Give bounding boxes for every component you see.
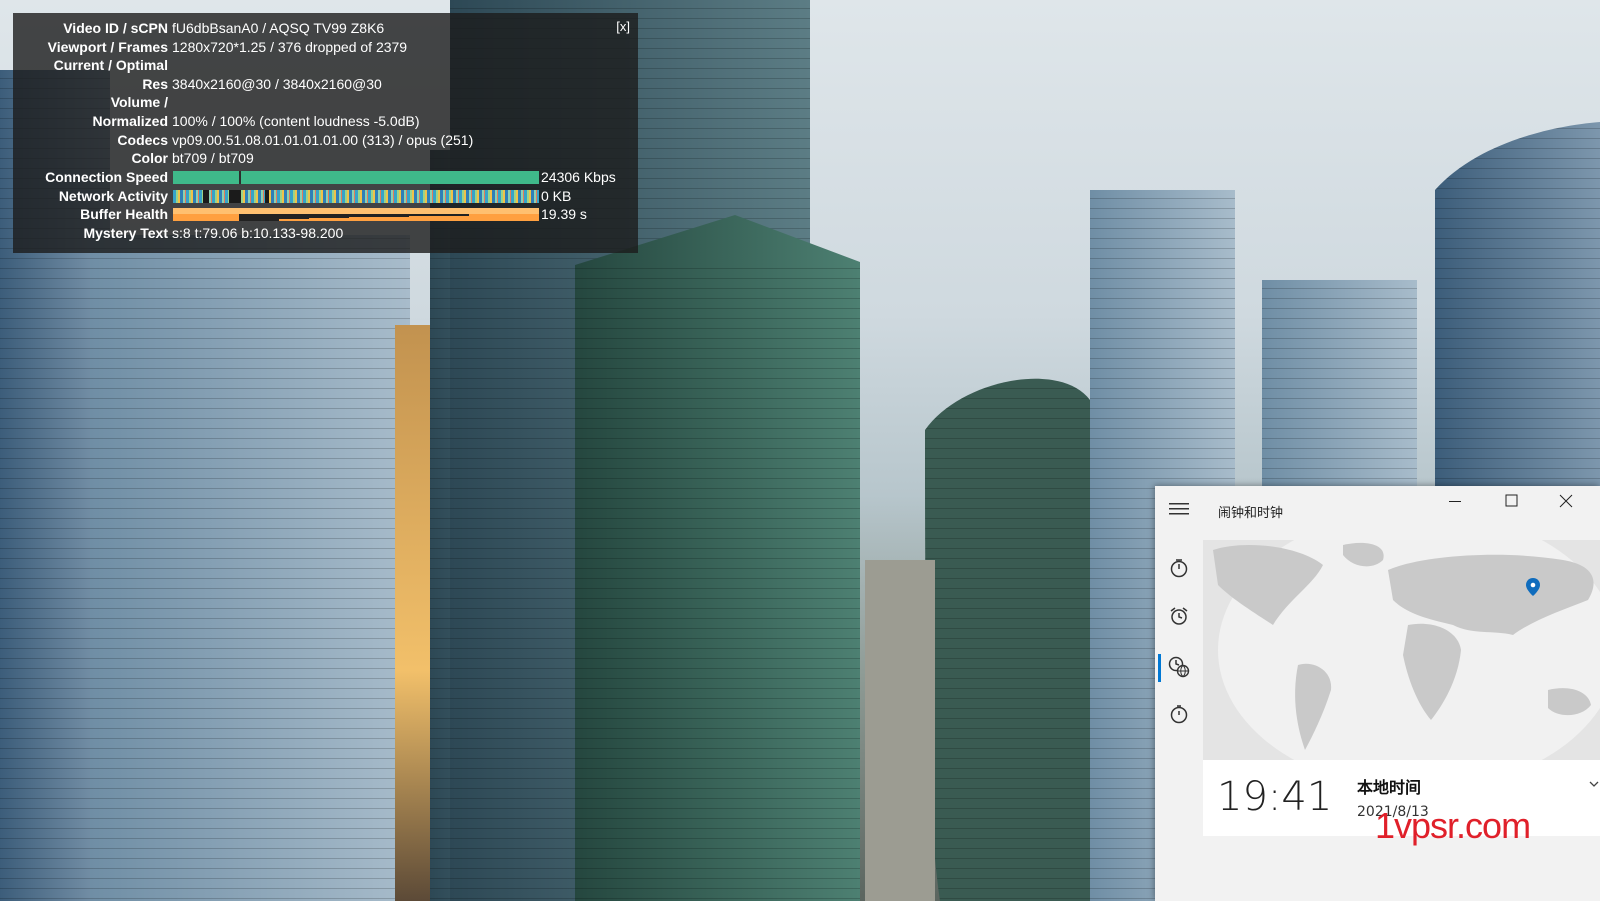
- stats-label: Color: [131, 150, 168, 166]
- stats-label: Video ID / sCPN: [63, 20, 168, 36]
- stats-row: Color bt709 / bt709: [13, 149, 638, 168]
- buffer-health-value: 19.39 s: [541, 206, 587, 222]
- network-activity-graph: [173, 190, 539, 203]
- connection-speed-row: Connection Speed 24306 Kbps: [13, 168, 638, 187]
- watermark: 1vpsr.com: [1375, 805, 1531, 846]
- hamburger-icon[interactable]: [1167, 500, 1191, 524]
- stats-for-nerds-panel: [x] Video ID / sCPN fU6dbBsanA0 / AQSQ T…: [13, 13, 638, 253]
- world-map[interactable]: [1203, 540, 1600, 760]
- stats-row: Video ID / sCPN fU6dbBsanA0 / AQSQ TV99 …: [13, 19, 638, 38]
- buffer-health-row: Buffer Health 19.39 s: [13, 205, 638, 224]
- stats-value: vp09.00.51.08.01.01.01.01.00 (313) / opu…: [172, 132, 474, 148]
- timer-icon[interactable]: [1167, 558, 1191, 582]
- network-activity-value: 0 KB: [541, 188, 572, 204]
- stats-label: Viewport / Frames: [47, 39, 168, 55]
- stats-row: Volume /: [13, 93, 638, 112]
- stats-label: Buffer Health: [80, 206, 168, 222]
- stats-value: 1280x720*1.25 / 376 dropped of 2379: [172, 39, 408, 55]
- stats-value: 100% / 100% (content loudness -5.0dB): [172, 113, 420, 129]
- world-map-graphic: [1203, 540, 1600, 760]
- world-clock-icon[interactable]: [1167, 656, 1191, 680]
- stats-row: Current / Optimal: [13, 56, 638, 75]
- stats-value: fU6dbBsanA0 / AQSQ TV99 Z8K6: [172, 20, 385, 36]
- stats-value: bt709 / bt709: [172, 150, 254, 166]
- stats-row: Normalized 100% / 100% (content loudness…: [13, 112, 638, 131]
- stats-label: Mystery Text: [83, 225, 168, 241]
- connection-speed-graph: [173, 171, 539, 184]
- stats-row: Codecs vp09.00.51.08.01.01.01.01.00 (313…: [13, 131, 638, 150]
- stats-label: Codecs: [117, 132, 168, 148]
- stats-label: Volume /: [110, 94, 168, 110]
- clock-nav-rail: [1155, 486, 1203, 901]
- stats-label: Network Activity: [58, 188, 168, 204]
- stopwatch-icon[interactable]: [1167, 704, 1191, 728]
- expand-chevron-icon[interactable]: [1588, 778, 1600, 794]
- stats-label: Current / Optimal: [53, 57, 168, 73]
- network-activity-row: Network Activity 0 KB: [13, 187, 638, 206]
- alarm-icon[interactable]: [1167, 606, 1191, 630]
- stats-label: Res: [142, 76, 168, 92]
- stats-label: Normalized: [92, 113, 168, 129]
- mystery-text-row: Mystery Text s:8 t:79.06 b:10.133-98.200: [13, 224, 638, 243]
- local-time: 19:41: [1217, 774, 1333, 820]
- minimize-button[interactable]: [1449, 494, 1463, 512]
- buffer-health-graph: [173, 208, 539, 221]
- connection-speed-value: 24306 Kbps: [541, 169, 616, 185]
- stats-row: Viewport / Frames 1280x720*1.25 / 376 dr…: [13, 38, 638, 57]
- stats-label: Connection Speed: [45, 169, 168, 185]
- window-title: 闹钟和时钟: [1218, 506, 1284, 521]
- local-time-label: 本地时间: [1357, 778, 1422, 797]
- stats-value: s:8 t:79.06 b:10.133-98.200: [172, 225, 344, 241]
- stats-row: Res 3840x2160@30 / 3840x2160@30: [13, 75, 638, 94]
- stats-value: 3840x2160@30 / 3840x2160@30: [172, 76, 382, 92]
- close-button[interactable]: [1559, 494, 1573, 512]
- maximize-button[interactable]: [1505, 494, 1519, 512]
- selected-indicator: [1158, 654, 1161, 682]
